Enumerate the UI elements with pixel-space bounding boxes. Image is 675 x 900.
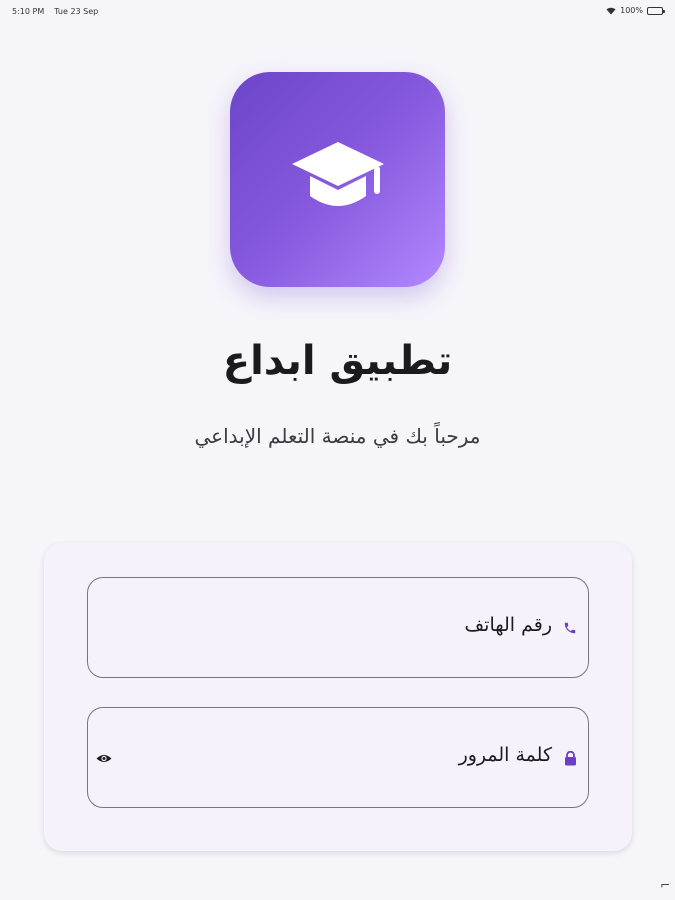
password-input[interactable]: كلمة المرور [87,707,589,808]
status-date: Tue 23 Sep [54,7,99,16]
eye-icon[interactable] [95,750,113,766]
status-right: 100% [606,6,665,15]
app-logo [230,72,445,287]
battery-icon [647,6,665,15]
wifi-icon [606,7,616,15]
graduation-cap-icon [290,138,386,222]
status-bar: 5:10 PM Tue 23 Sep 100% [0,0,675,22]
status-left: 5:10 PM Tue 23 Sep [12,7,98,16]
phone-icon [562,620,578,636]
status-time: 5:10 PM [12,7,45,16]
login-card: رقم الهاتف كلمة المرور [44,543,632,851]
phone-label: رقم الهاتف [464,614,552,636]
app-subtitle: مرحباً بك في منصة التعلم الإبداعي [194,424,481,448]
phone-input[interactable]: رقم الهاتف [87,577,589,678]
app-title: تطبيق ابداع [222,338,453,384]
resize-corner-icon: ⌐ [659,878,670,892]
password-label: كلمة المرور [458,744,552,766]
battery-percent: 100% [620,6,643,15]
lock-icon [562,750,578,766]
login-screen: 5:10 PM Tue 23 Sep 100% تطبيق ابداع مرحب… [0,0,675,900]
